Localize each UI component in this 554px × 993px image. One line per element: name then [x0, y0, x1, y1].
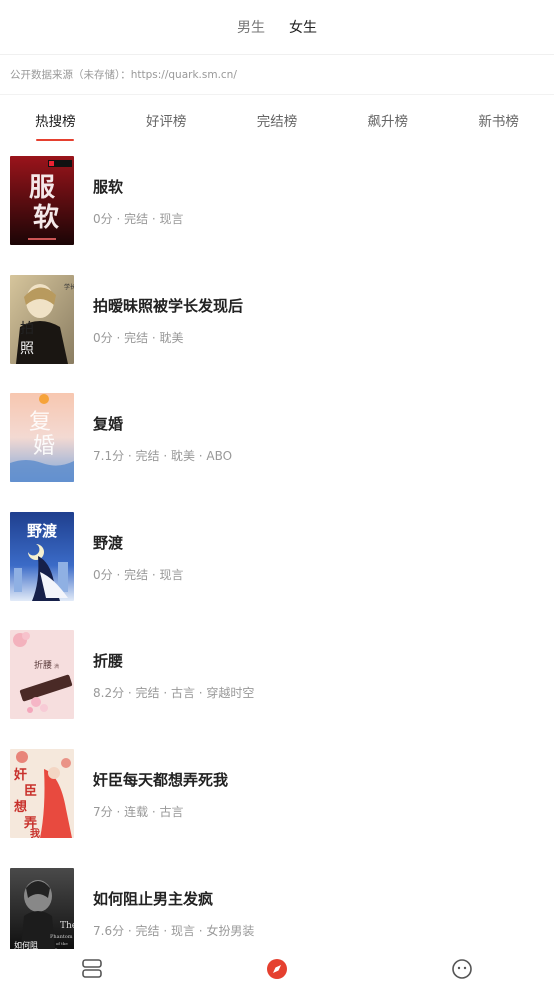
book-cover-image: The Phantom of the Opera 如何阻 [10, 867, 74, 957]
tab-new-books[interactable]: 新书榜 [443, 96, 554, 144]
bookshelf-icon [81, 958, 103, 984]
discover-compass-icon [266, 958, 288, 984]
svg-text:想: 想 [14, 799, 27, 815]
bottom-navigation [0, 949, 554, 993]
book-cover-image: 奸 臣 想 弄 我 [10, 748, 74, 838]
book-meta: 0分 · 完结 · 耽美 [93, 330, 184, 345]
active-tab-indicator [36, 139, 75, 141]
book-cover-image: 服 软 [10, 156, 74, 245]
book-list: 服 软 服软 0分 · 完结 · 现言 拍 照 学长 拍暧昧照被学长发现后 0分… [0, 144, 554, 974]
book-meta: 8.2分 · 完结 · 古言 · 穿越时空 [93, 686, 255, 701]
book-title: 奸臣每天都想弄死我 [93, 770, 229, 789]
svg-text:复: 复 [29, 410, 51, 435]
tab-top-rated[interactable]: 好评榜 [111, 96, 222, 144]
tab-rising[interactable]: 飙升榜 [332, 96, 443, 144]
book-cover-image: 拍 照 学长 [10, 274, 74, 364]
svg-text:我: 我 [30, 827, 40, 838]
nav-bookshelf[interactable] [62, 949, 122, 993]
book-list-item[interactable]: 折腰 满 折腰 8.2分 · 完结 · 古言 · 穿越时空 [0, 618, 554, 737]
book-list-item[interactable]: 奸 臣 想 弄 我 奸臣每天都想弄死我 7分 · 连载 · 古言 [0, 737, 554, 856]
svg-text:学长: 学长 [64, 283, 74, 291]
tab-label: 好评榜 [145, 114, 187, 130]
app-root: 男生 女生 公开数据来源（未存储）：https://quark.sm.cn/ 热… [0, 0, 554, 993]
gender-switch: 男生 女生 [0, 0, 554, 55]
svg-text:满: 满 [54, 663, 59, 670]
book-meta: 7.6分 · 完结 · 现言 · 女扮男装 [93, 923, 255, 938]
svg-text:折腰: 折腰 [34, 659, 52, 671]
svg-text:拍: 拍 [20, 321, 34, 337]
svg-text:of the: of the [56, 941, 68, 946]
book-list-item[interactable]: 服 软 服软 0分 · 完结 · 现言 [0, 144, 554, 263]
tab-label: 热搜榜 [35, 114, 76, 130]
svg-text:婚: 婚 [33, 434, 55, 459]
book-cover-image: 野渡 [10, 511, 74, 601]
tab-hot-search[interactable]: 热搜榜 [0, 96, 111, 144]
book-meta: 7分 · 连载 · 古言 [93, 804, 184, 819]
book-title: 折腰 [93, 652, 124, 671]
svg-text:野渡: 野渡 [27, 522, 58, 540]
book-meta: 0分 · 完结 · 现言 [93, 212, 184, 226]
nav-profile[interactable] [432, 949, 492, 993]
svg-text:软: 软 [33, 203, 59, 233]
book-title: 复婚 [93, 415, 124, 434]
book-title: 野渡 [93, 533, 124, 552]
nav-discover[interactable] [247, 949, 307, 993]
svg-text:The: The [60, 921, 74, 931]
svg-text:Phantom: Phantom [50, 934, 73, 940]
book-title: 拍暧昧照被学长发现后 [93, 296, 244, 315]
svg-text:奸: 奸 [13, 767, 27, 783]
book-meta: 7.1分 · 完结 · 耽美 · ABO [93, 449, 233, 464]
book-meta: 0分 · 完结 · 现言 [93, 567, 184, 582]
book-cover-image: 复 婚 [10, 393, 74, 483]
tab-completed[interactable]: 完结榜 [222, 96, 333, 144]
svg-text:臣: 臣 [24, 784, 37, 799]
tab-label: 新书榜 [478, 114, 519, 130]
book-list-item[interactable]: 拍 照 学长 拍暧昧照被学长发现后 0分 · 完结 · 耽美 [0, 263, 554, 382]
svg-text:照: 照 [20, 341, 34, 357]
gender-tab-male[interactable]: 男生 [237, 13, 265, 41]
book-title: 服软 [93, 178, 124, 196]
book-list-item[interactable]: 复 婚 复婚 7.1分 · 完结 · 耽美 · ABO [0, 381, 554, 500]
tab-label: 飙升榜 [367, 114, 409, 130]
data-source-notice: 公开数据来源（未存储）：https://quark.sm.cn/ [0, 55, 554, 95]
book-cover-image: 折腰 满 [10, 630, 74, 720]
profile-face-icon [451, 958, 473, 984]
rank-tabs: 热搜榜 好评榜 完结榜 飙升榜 新书榜 [0, 96, 554, 144]
book-list-item[interactable]: 野渡 野渡 0分 · 完结 · 现言 [0, 500, 554, 619]
tab-label: 完结榜 [256, 114, 298, 130]
gender-tab-female[interactable]: 女生 [289, 13, 317, 41]
svg-text:服: 服 [29, 173, 56, 203]
book-title: 如何阻止男主发疯 [93, 889, 214, 908]
